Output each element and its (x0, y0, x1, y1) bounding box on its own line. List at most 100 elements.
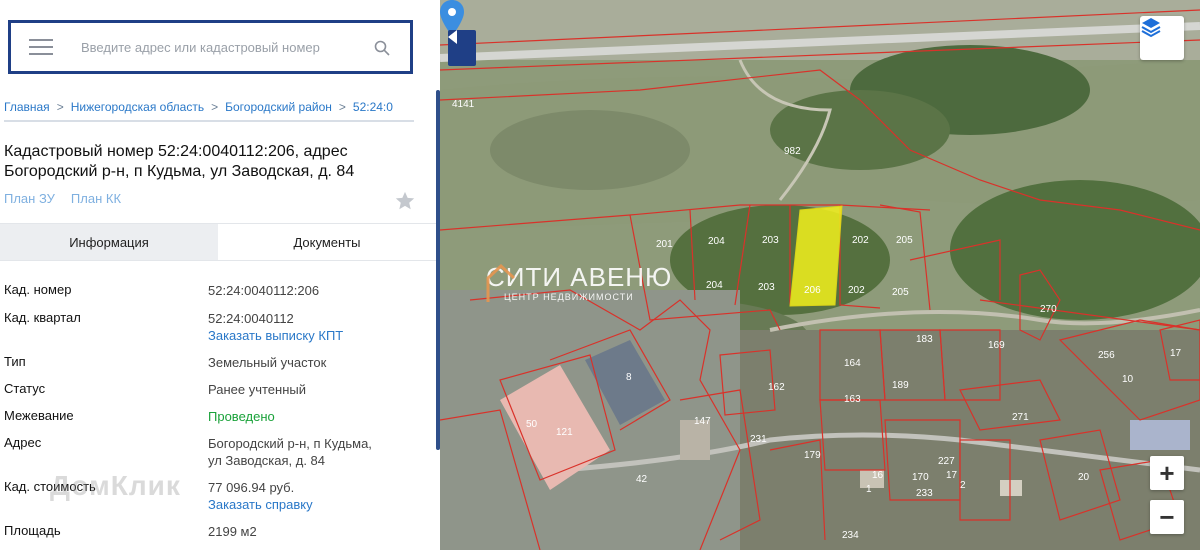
detail-label: Тип (4, 354, 26, 369)
order-certificate-link[interactable]: Заказать справку (208, 496, 313, 513)
tabs: Информация Документы (0, 223, 436, 261)
parcel-label: 183 (916, 334, 933, 345)
parcel-label: 147 (694, 416, 711, 427)
detail-value-group: 77 096.94 руб. Заказать справку (208, 479, 313, 513)
parcel-label: 1 (866, 484, 872, 495)
parcel-label: 203 (758, 282, 775, 293)
parcel-label: 4141 (452, 99, 475, 110)
parcel-label: 233 (916, 488, 933, 499)
detail-value: 77 096.94 руб. (208, 480, 295, 495)
parcel-label: 201 (656, 239, 673, 250)
breadcrumb-quarter[interactable]: 52:24:0 (353, 100, 393, 114)
detail-value: Ранее учтенный (208, 382, 306, 397)
plan-links: План ЗУ План КК (4, 191, 121, 206)
detail-row: Площадь 2199 м2 (4, 523, 424, 540)
parcel-label: 170 (912, 472, 929, 483)
star-icon[interactable] (394, 190, 416, 212)
layers-icon (1141, 18, 1161, 38)
parcel-label: 10 (1122, 374, 1134, 385)
detail-label: Адрес (4, 435, 42, 450)
parcel-label: 256 (1098, 350, 1115, 361)
parcel-label: 162 (768, 382, 785, 393)
detail-value: 52:24:0040112:206 (208, 283, 320, 298)
breadcrumb-district[interactable]: Богородский район (225, 100, 332, 114)
survey-status: Проведено (208, 409, 275, 424)
parcel-label: 189 (892, 380, 909, 391)
search-box (8, 20, 413, 74)
watermark-logo: ДомКлик (50, 470, 181, 501)
breadcrumb-separator: > (338, 100, 346, 114)
parcel-label: 42 (636, 474, 648, 485)
parcel-label: 50 (526, 419, 538, 430)
parcel-label: 179 (804, 450, 821, 461)
detail-value-group: 52:24:0040112 Заказать выписку КПТ (208, 310, 343, 344)
parcel-label: 204 (708, 236, 725, 247)
parcel-label: 234 (842, 530, 859, 541)
building (1000, 480, 1022, 496)
tab-info[interactable]: Информация (0, 224, 218, 260)
field-area (490, 110, 690, 190)
detail-label: Кад. номер (4, 282, 72, 297)
parcel-label: 163 (844, 394, 861, 405)
tab-documents[interactable]: Документы (218, 224, 436, 260)
detail-row: Тип Земельный участок (4, 354, 424, 371)
breadcrumb-separator: > (56, 100, 64, 114)
info-panel: Главная > Нижегородская область > Богоро… (0, 0, 440, 550)
parcel-label: 164 (844, 358, 861, 369)
parcel-label: 205 (896, 235, 913, 246)
detail-value: 52:24:0040112 (208, 311, 294, 326)
plan-kk-link[interactable]: План КК (71, 191, 121, 206)
parcel-label: 20 (1078, 472, 1090, 483)
breadcrumb-region[interactable]: Нижегородская область (71, 100, 204, 114)
parcel-label: 203 (762, 235, 779, 246)
search-icon[interactable] (374, 40, 390, 56)
parcel-label: 204 (706, 280, 723, 291)
detail-row: Статус Ранее учтенный (4, 381, 424, 398)
detail-value: Земельный участок (208, 355, 327, 370)
parcel-label-selected: 206 (804, 285, 821, 296)
parcel-label: 169 (988, 340, 1005, 351)
zoom-in-button[interactable]: + (1150, 456, 1184, 490)
building (1130, 420, 1190, 450)
parcel-label: 271 (1012, 412, 1029, 423)
map-watermark: СИТИ АВЕНЮ ЦЕНТР НЕДВИЖИМОСТИ (486, 262, 672, 302)
detail-row: Межевание Проведено (4, 408, 424, 425)
watermark-subtext: ЦЕНТР НЕДВИЖИМОСТИ (504, 292, 634, 302)
detail-label: Межевание (4, 408, 74, 423)
forest-area (950, 180, 1200, 320)
parcel-label: 17 (1170, 348, 1182, 359)
parcel-label: 202 (852, 235, 869, 246)
order-kpt-link[interactable]: Заказать выписку КПТ (208, 327, 343, 344)
detail-value-group: Богородский р-н, п Кудьма, ул Заводская,… (208, 435, 372, 469)
forest-area (770, 90, 950, 170)
detail-row: Кад. квартал 52:24:0040112 Заказать выпи… (4, 310, 424, 344)
breadcrumb-separator: > (211, 100, 219, 114)
layers-button[interactable] (1140, 16, 1184, 60)
detail-value: 2199 м2 (208, 524, 257, 539)
detail-label: Кад. квартал (4, 310, 81, 325)
search-input[interactable] (81, 39, 351, 55)
parcel-label: 17 (946, 470, 958, 481)
parcel-label: 205 (892, 287, 909, 298)
parcel-label: 227 (938, 456, 955, 467)
parcel-label: 982 (784, 146, 801, 157)
plan-zu-link[interactable]: План ЗУ (4, 191, 55, 206)
breadcrumb-home[interactable]: Главная (4, 100, 50, 114)
chevron-left-icon (448, 30, 457, 44)
parcel-label: 2 (960, 480, 966, 491)
detail-label: Площадь (4, 523, 61, 538)
parcel-label: 231 (750, 434, 767, 445)
map[interactable]: 4141 982 201 204 203 202 205 204 203 206… (440, 0, 1200, 550)
parcel-label: 202 (848, 285, 865, 296)
menu-icon[interactable] (29, 39, 53, 55)
address-line-1: Богородский р-н, п Кудьма, (208, 436, 372, 451)
collapse-panel-button[interactable] (448, 30, 476, 66)
detail-row: Адрес Богородский р-н, п Кудьма, ул Заво… (4, 435, 424, 469)
zoom-out-button[interactable]: − (1150, 500, 1184, 534)
page-title: Кадастровый номер 52:24:0040112:206, адр… (4, 143, 355, 180)
address-line-2: ул Заводская, д. 84 (208, 453, 326, 468)
parcel-label: 8 (626, 372, 632, 383)
parcel-label: 270 (1040, 304, 1057, 315)
breadcrumb-scrollbar[interactable] (4, 120, 414, 122)
detail-row: Кад. номер 52:24:0040112:206 (4, 282, 424, 299)
